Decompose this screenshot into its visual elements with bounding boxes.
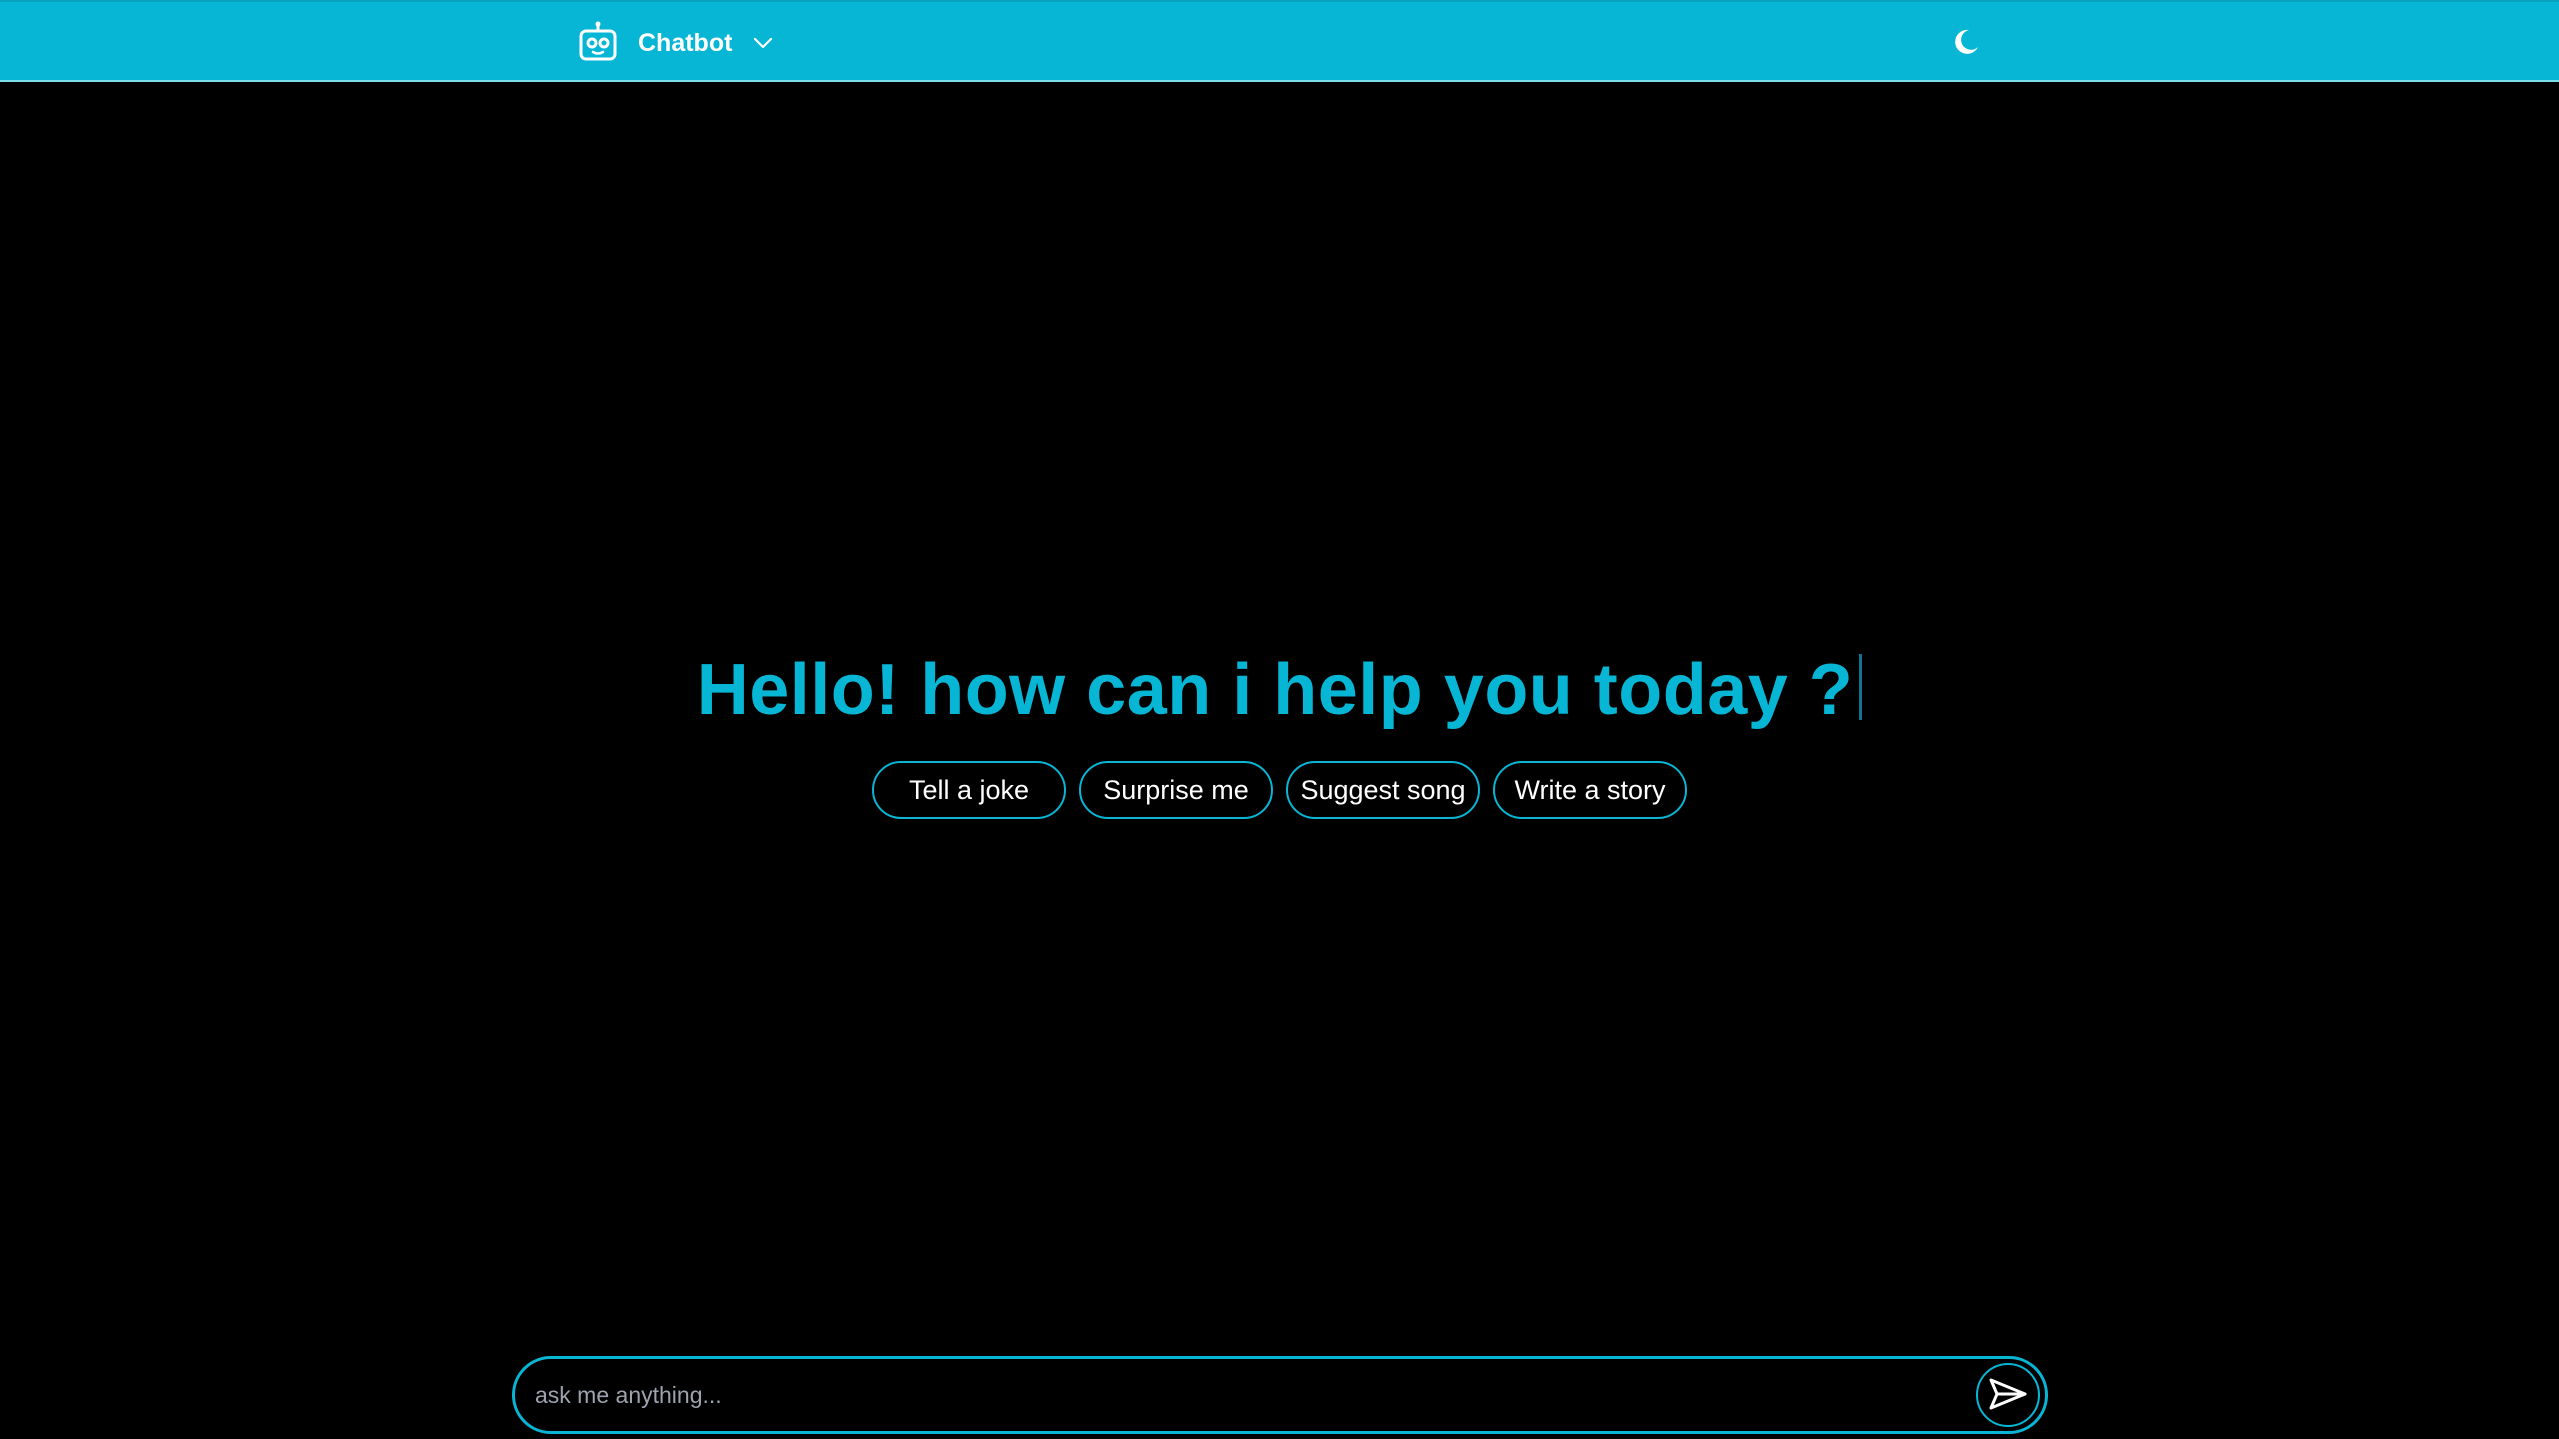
suggestion-tell-a-joke[interactable]: Tell a joke xyxy=(872,761,1066,819)
suggestion-suggest-song[interactable]: Suggest song xyxy=(1286,761,1480,819)
welcome-section: Hello! how can i help you today ? xyxy=(0,640,2559,740)
robot-icon xyxy=(576,21,620,65)
typing-cursor xyxy=(1859,654,1863,720)
message-input[interactable] xyxy=(533,1364,1976,1426)
welcome-heading: Hello! how can i help you today ? xyxy=(697,640,1863,740)
theme-toggle-button[interactable] xyxy=(1948,26,1984,62)
suggestion-chips: Tell a joke Surprise me Suggest song Wri… xyxy=(0,761,2559,819)
chevron-down-icon xyxy=(752,32,774,54)
chat-page: Chatbot Hello! how can i help you today … xyxy=(0,0,2559,1439)
send-icon xyxy=(1988,1377,2028,1414)
app-name: Chatbot xyxy=(638,28,733,57)
send-button[interactable] xyxy=(1976,1363,2040,1427)
model-selector[interactable]: Chatbot xyxy=(576,20,774,66)
top-bar: Chatbot xyxy=(0,0,2559,82)
moon-icon xyxy=(1951,27,1981,62)
suggestion-write-a-story[interactable]: Write a story xyxy=(1493,761,1687,819)
suggestion-surprise-me[interactable]: Surprise me xyxy=(1079,761,1273,819)
welcome-heading-text: Hello! how can i help you today ? xyxy=(696,650,1854,730)
message-composer xyxy=(512,1356,2048,1434)
